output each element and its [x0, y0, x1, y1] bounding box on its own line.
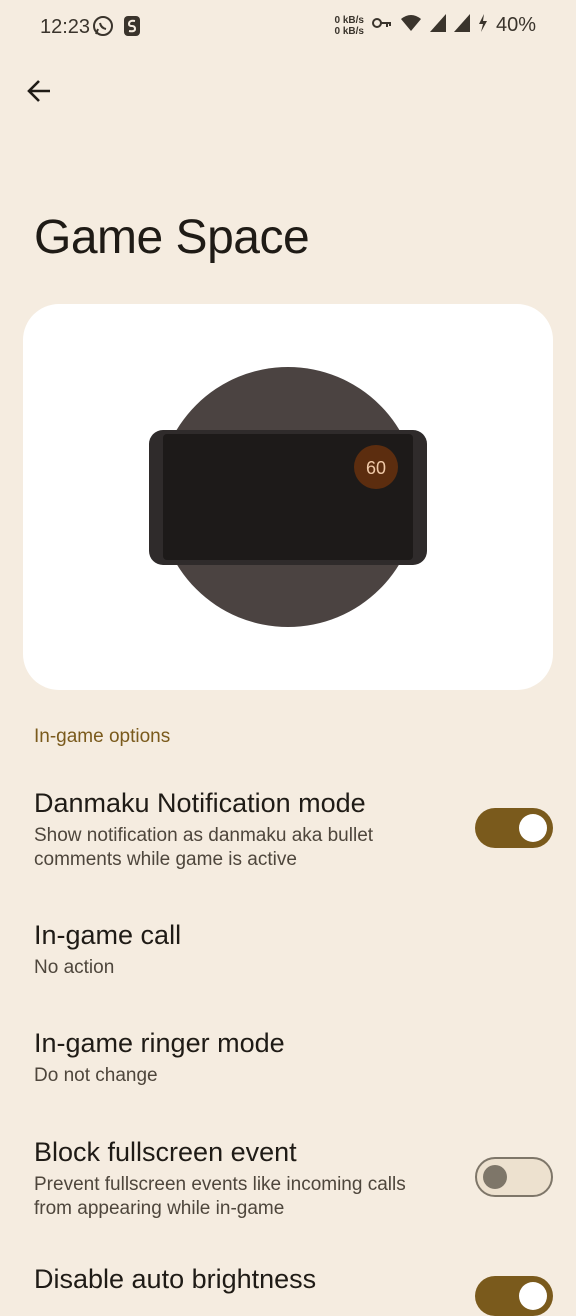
whatsapp-icon	[92, 15, 114, 42]
pref-in-game-call[interactable]: In-game call No action	[0, 920, 576, 990]
status-right: 0 kB/s 0 kB/s 40%	[335, 14, 536, 37]
charging-icon	[478, 14, 488, 37]
pref-block-fullscreen-event[interactable]: Block fullscreen event Prevent fullscree…	[0, 1137, 576, 1233]
notification-icons	[92, 15, 142, 42]
wifi-icon	[400, 14, 422, 37]
status-bar: 12:23 0 kB/s 0 kB/s 40%	[0, 0, 576, 56]
pref-danmaku-notification-mode[interactable]: Danmaku Notification mode Show notificat…	[0, 788, 576, 884]
pref-in-game-ringer-mode[interactable]: In-game ringer mode Do not change	[0, 1028, 576, 1098]
net-up: 0 kB/s	[334, 14, 364, 26]
pref-summary: Prevent fullscreen events like incoming …	[34, 1174, 406, 1219]
pref-title: Block fullscreen event	[34, 1137, 297, 1167]
pref-summary: Show notification as danmaku aka bullet …	[34, 825, 374, 870]
app-s-icon	[122, 15, 142, 42]
game-space-illustration: 60	[23, 304, 553, 690]
status-time: 12:23	[40, 16, 91, 38]
toggle-thumb	[519, 814, 547, 842]
danmaku-toggle[interactable]	[475, 808, 553, 848]
pref-title: Danmaku Notification mode	[34, 788, 366, 818]
arrow-back-icon	[26, 78, 52, 109]
back-button[interactable]	[18, 72, 60, 114]
section-header-in-game-options: In-game options	[34, 726, 171, 747]
auto-brightness-toggle[interactable]	[475, 1276, 553, 1316]
signal-icon	[429, 14, 446, 37]
pref-summary: No action	[34, 957, 115, 978]
page-title: Game Space	[34, 211, 310, 264]
pref-title: In-game call	[34, 920, 182, 950]
battery-percent: 40%	[495, 14, 536, 36]
toggle-thumb	[483, 1165, 507, 1189]
game-device-illustration: 60	[149, 367, 427, 627]
block-fullscreen-toggle[interactable]	[475, 1157, 553, 1197]
pref-disable-auto-brightness[interactable]: Disable auto brightness	[0, 1264, 576, 1316]
signal-icon	[453, 14, 470, 37]
network-speed: 0 kB/s 0 kB/s	[335, 15, 364, 37]
toggle-thumb	[519, 1282, 547, 1310]
fps-badge: 60	[366, 458, 386, 478]
vpn-key-icon	[371, 16, 392, 35]
net-down: 0 kB/s	[334, 25, 364, 37]
pref-title: In-game ringer mode	[34, 1028, 285, 1058]
pref-summary: Do not change	[34, 1065, 158, 1086]
